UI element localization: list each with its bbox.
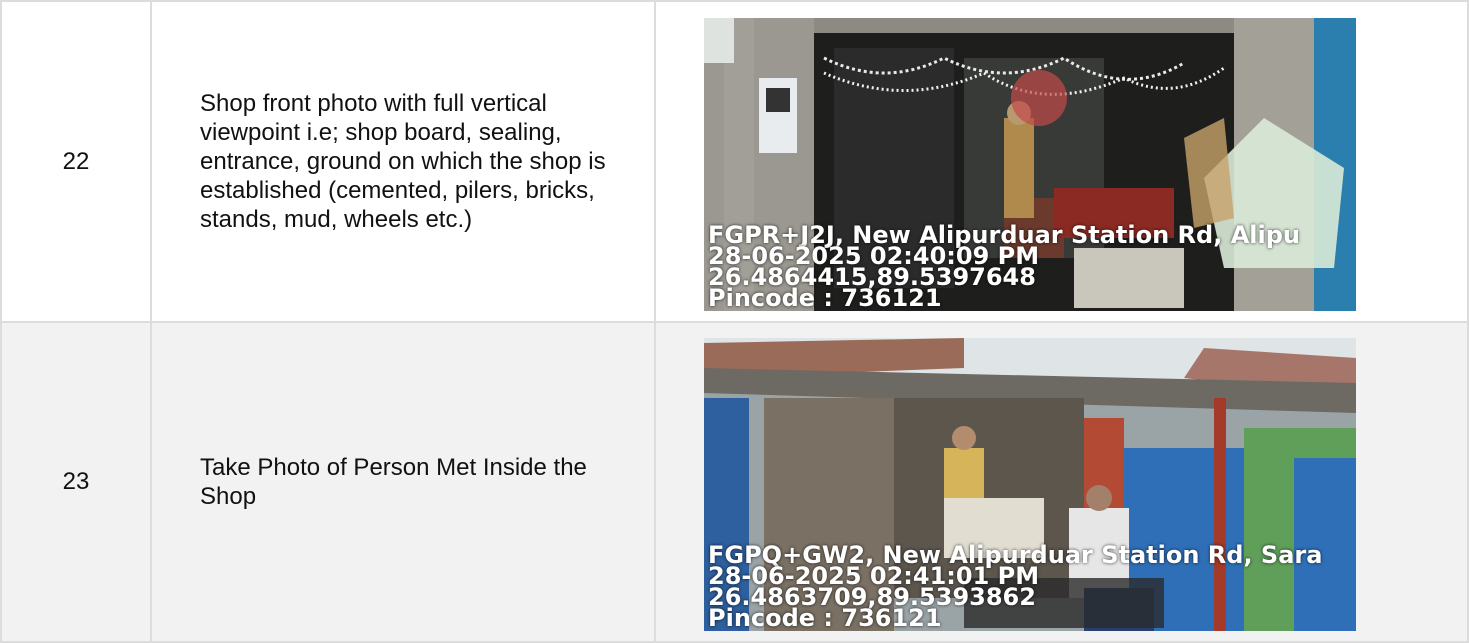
photo-cell: FGPR+J2J, New Alipurduar Station Rd, Ali… [654,0,1469,323]
person-met-photo: FGPQ+GW2, New Alipurduar Station Rd, Sar… [704,338,1356,631]
row-number: 22 [0,0,152,323]
table-row: 23 Take Photo of Person Met Inside the S… [0,321,1469,643]
photo-cell: FGPQ+GW2, New Alipurduar Station Rd, Sar… [654,321,1469,643]
shop-front-photo: FGPR+J2J, New Alipurduar Station Rd, Ali… [704,18,1356,311]
stamp-pincode: Pincode : 736121 [708,284,942,311]
row-description: Take Photo of Person Met Inside the Shop [150,321,656,643]
row-description: Shop front photo with full vertical view… [150,0,656,323]
photo-geotag-stamp: FGPQ+GW2, New Alipurduar Station Rd, Sar… [708,543,1322,631]
document-table: 22 Shop front photo with full vertical v… [0,0,1469,643]
stamp-pincode: Pincode : 736121 [708,604,942,631]
table-row: 22 Shop front photo with full vertical v… [0,0,1469,323]
row-number: 23 [0,321,152,643]
photo-geotag-stamp: FGPR+J2J, New Alipurduar Station Rd, Ali… [708,223,1300,311]
